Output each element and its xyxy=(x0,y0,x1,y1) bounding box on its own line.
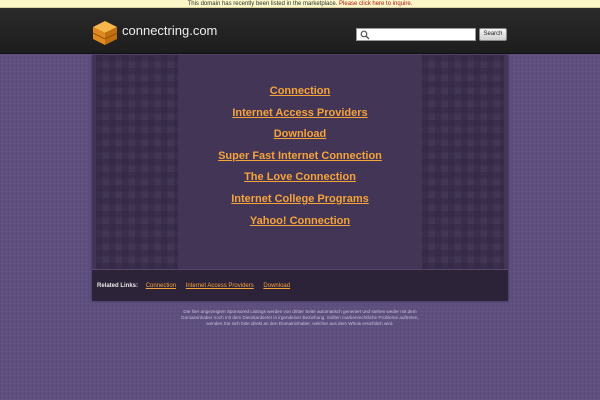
sponsored-link[interactable]: Download xyxy=(92,126,508,148)
related-link[interactable]: Connection xyxy=(146,283,176,289)
marketplace-notice-bar: This domain has recently been listed in … xyxy=(0,0,600,8)
site-name[interactable]: connectring.com xyxy=(122,23,217,38)
related-link[interactable]: Download xyxy=(263,283,290,289)
sponsored-link[interactable]: Connection xyxy=(92,83,508,105)
search-button[interactable]: Search xyxy=(479,28,507,41)
sponsored-link[interactable]: The Love Connection xyxy=(92,169,508,191)
related-links-label: Related Links: xyxy=(97,283,139,289)
cube-logo-icon[interactable] xyxy=(92,20,118,46)
search-icon xyxy=(360,30,370,40)
header: connectring.com Search xyxy=(0,8,600,54)
search-input[interactable] xyxy=(371,29,475,40)
sponsored-link[interactable]: Yahoo! Connection xyxy=(92,213,508,235)
related-link[interactable]: Internet Access Providers xyxy=(186,283,254,289)
search-box xyxy=(356,28,476,41)
sponsored-link[interactable]: Internet College Programs xyxy=(92,191,508,213)
disclaimer-line: wenden Sie sich bitte direkt an den Doma… xyxy=(206,321,394,327)
sponsored-link[interactable]: Super Fast Internet Connection xyxy=(92,148,508,170)
sponsored-links-list: Connection Internet Access Providers Dow… xyxy=(92,83,508,234)
disclaimer-text: Die hier angezeigten Sponsored Listings … xyxy=(150,309,450,328)
related-links-bar: Related Links: Connection Internet Acces… xyxy=(92,269,508,301)
sponsored-link[interactable]: Internet Access Providers xyxy=(92,105,508,127)
inquire-link[interactable]: Please click here to inquire. xyxy=(339,1,412,7)
main-panel: Connection Internet Access Providers Dow… xyxy=(92,55,508,301)
notice-text: This domain has recently been listed in … xyxy=(187,1,338,7)
